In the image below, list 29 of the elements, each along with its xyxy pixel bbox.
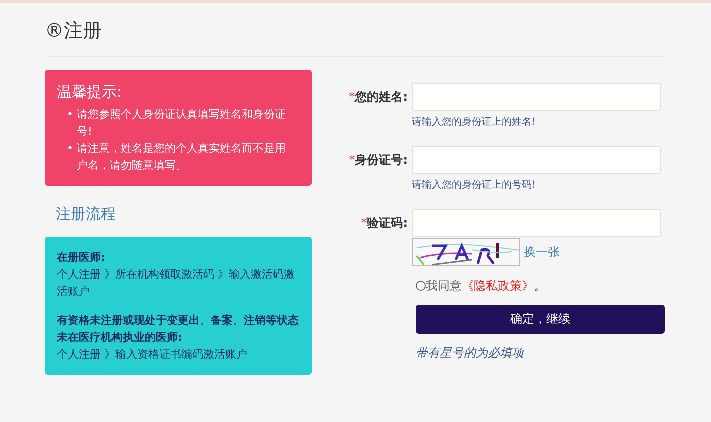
refresh-link[interactable]: 换一张 xyxy=(524,242,560,260)
field-label: 身份证号: xyxy=(355,152,408,168)
input-field[interactable] xyxy=(412,146,661,174)
bullet: • xyxy=(67,140,74,156)
required-mark: * xyxy=(349,88,356,106)
process-steps: 个人注册 》所在机构领取激活码 》输入激活码激活账户 xyxy=(57,266,300,300)
input-field[interactable] xyxy=(412,82,661,110)
tip-text: 请您参照个人身份证认真填写姓名和身份证号! xyxy=(77,106,286,140)
submit-button[interactable]: 确定，继续 xyxy=(416,304,665,334)
field-label: 验证码: xyxy=(367,214,408,232)
agree-text: 我同意 xyxy=(426,278,462,294)
required-note: 带有星号的为必填项 xyxy=(416,344,526,362)
field-hint: 请输入您的身份证上的姓名! xyxy=(412,116,538,130)
punctuation: 。 xyxy=(534,278,546,294)
required-mark: * xyxy=(349,152,356,168)
field-label: 您的姓名: xyxy=(355,88,408,106)
field-hint: 请输入您的身份证上的号码! xyxy=(412,178,538,192)
section-heading: 注册流程 xyxy=(56,204,117,224)
required-mark: * xyxy=(361,214,368,232)
radio-button[interactable] xyxy=(416,280,426,290)
process-steps: 个人注册 》输入资格证书编码激活账户 xyxy=(57,346,300,362)
privacy-link[interactable]: 《隐私政策》 xyxy=(462,276,534,294)
page-title: ®注册 xyxy=(45,3,666,56)
group-heading: 有资格未注册或现处于变更出、备案、注销等状态未在医疗机构执业的医师: xyxy=(57,312,300,346)
bullet: • xyxy=(67,106,74,122)
group-heading: 在册医师: xyxy=(57,250,106,266)
tip-text: 请注意，姓名是您的个人真实姓名而不是用户名，请勿随意填写。 xyxy=(77,140,286,174)
tips-heading: 温馨提示: xyxy=(57,82,124,102)
input-field[interactable] xyxy=(412,208,661,236)
